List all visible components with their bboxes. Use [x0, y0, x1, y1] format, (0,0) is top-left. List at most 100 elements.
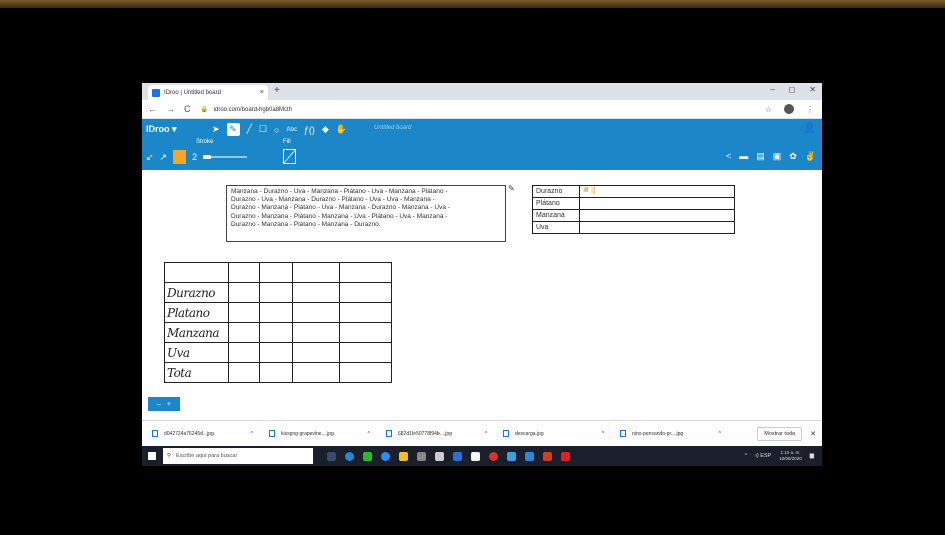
chevron-up-icon[interactable]: ^ — [485, 431, 487, 437]
browser-tab[interactable]: IDroo | Untitled board × — [148, 85, 268, 100]
idroo-logo-menu[interactable]: IDroo ▾ — [146, 124, 177, 135]
forward-arrow-icon[interactable]: → — [166, 104, 175, 114]
browser-menu-icon[interactable]: ⋮ — [806, 105, 814, 114]
download-item[interactable]: d042724a76245d...jpg ^ — [152, 430, 259, 437]
page-controls: – + — [148, 397, 180, 411]
table-row: Platano — [164, 302, 392, 323]
maximize-button[interactable]: ◻ — [789, 85, 796, 94]
file-explorer-icon[interactable] — [399, 451, 408, 461]
mail-icon[interactable] — [471, 451, 480, 461]
word-icon[interactable] — [453, 451, 462, 461]
chat-icon[interactable]: ▬ — [739, 151, 748, 162]
fill-color-swatch[interactable] — [283, 149, 296, 164]
eraser-tool-icon[interactable]: ◆ — [322, 124, 329, 135]
minimize-button[interactable]: – — [770, 85, 774, 94]
no-fill-icon — [283, 149, 296, 164]
edge-icon[interactable] — [381, 451, 390, 461]
bookmark-star-icon[interactable]: ☆ — [765, 105, 772, 114]
lock-icon: 🔒 — [200, 106, 208, 113]
user-icon[interactable]: 👤 — [804, 123, 816, 134]
close-window-button[interactable]: ✕ — [809, 85, 816, 94]
image-icon[interactable]: ▣ — [773, 151, 782, 162]
download-filename: nino-pensando-pr....jpg — [632, 430, 684, 437]
reload-icon[interactable]: C — [184, 104, 191, 114]
taskbar-apps — [327, 451, 570, 461]
new-tab-button[interactable]: + — [274, 85, 280, 96]
close-downloads-icon[interactable]: ✕ — [810, 430, 816, 438]
grid-label: Uva — [164, 342, 229, 363]
url-field[interactable]: 🔒 idroo.com/board-hgb0a8Mcth — [201, 106, 293, 113]
store-icon[interactable] — [435, 451, 444, 461]
download-item[interactable]: kisspng-grapevine....jpg ^ — [269, 430, 376, 437]
taskbar-search[interactable]: ⚲ Escribe aquí para buscar — [163, 448, 313, 464]
tray-icons[interactable]: ^ ᛫ ◁) ESP — [745, 453, 772, 459]
whiteboard-canvas[interactable]: Manzana - Durazno - Uva - Manzana - Plát… — [142, 170, 822, 412]
chrome-active-icon[interactable] — [507, 451, 516, 461]
add-page-button[interactable]: + — [167, 401, 171, 408]
slider-handle[interactable] — [203, 155, 212, 159]
right-tools: < ▬ ▤ ▣ ✿ ✌ — [726, 151, 816, 162]
app-green-icon[interactable] — [363, 451, 372, 461]
tally-marks — [579, 221, 735, 234]
select-tool-icon[interactable]: ➤ — [212, 124, 220, 135]
tab-strip: IDroo | Untitled board × + – ◻ ✕ — [142, 83, 822, 100]
show-all-button[interactable]: Mostrar todo — [757, 426, 803, 441]
table-row: Durazno — [164, 282, 392, 303]
tally-table[interactable]: Durazno 𝍸 || Plátano Manzana Uva — [532, 185, 735, 234]
idroo-toolbar: IDroo ▾ ➤ ✎ ╱ ☐ ○ Abc ƒ() ◆ ✋ Untitled b… — [142, 119, 822, 170]
download-item[interactable]: 682d1fe50778f94b....jpg ^ — [386, 430, 493, 437]
download-item[interactable]: descarga.jpg ^ — [503, 430, 610, 437]
redo-icon[interactable]: ↗ — [160, 152, 168, 163]
table-row: Uva — [532, 221, 735, 234]
chevron-up-icon[interactable]: ^ — [602, 431, 604, 437]
frequency-grid[interactable]: Durazno Platano Manzana Uva Tota — [164, 262, 392, 383]
undo-icon[interactable]: ↙ — [146, 152, 154, 163]
table-row — [164, 262, 392, 283]
chrome-icon[interactable] — [345, 451, 354, 461]
text-tool-icon[interactable]: Abc — [286, 127, 296, 133]
pencil-tool-icon[interactable]: ✎ — [226, 123, 240, 136]
back-arrow-icon[interactable]: ← — [148, 104, 157, 114]
board-title[interactable]: Untitled board — [374, 125, 411, 131]
idroo-favicon-icon — [152, 88, 160, 97]
powerpoint-icon[interactable] — [543, 451, 552, 461]
hand-tool-icon[interactable]: ✋ — [336, 124, 347, 135]
clock[interactable]: 1:10 a. m. 10/08/2020 — [779, 450, 802, 462]
tally-marks — [579, 197, 735, 210]
stroke-width-slider[interactable] — [203, 155, 248, 159]
chevron-up-icon[interactable]: ^ — [251, 431, 253, 437]
grid-label — [164, 262, 229, 283]
screen: IDroo | Untitled board × + – ◻ ✕ ← → C 🔒… — [142, 83, 822, 466]
opera-icon[interactable] — [489, 451, 498, 461]
tally-label: Plátano — [532, 197, 580, 210]
profile-avatar[interactable] — [784, 104, 794, 114]
table-row: Manzana — [164, 322, 392, 343]
paint-icon[interactable] — [417, 451, 426, 461]
download-item[interactable]: nino-pensando-pr....jpg ^ — [620, 430, 727, 437]
gesture-icon[interactable]: ✌ — [805, 151, 816, 162]
document-icon[interactable]: ▤ — [756, 151, 765, 162]
share-icon[interactable]: < — [726, 151, 731, 162]
rectangle-tool-icon[interactable]: ☐ — [259, 124, 267, 135]
formula-tool-icon[interactable]: ƒ() — [304, 125, 315, 135]
text-line: Durazno - Uva - Manzana - Durazno - Plát… — [231, 196, 435, 204]
notifications-icon[interactable]: ▆ — [810, 453, 814, 459]
table-row: Uva — [164, 342, 392, 363]
task-view-icon[interactable] — [327, 451, 336, 461]
search-icon: ⚲ — [167, 453, 172, 459]
line-tool-icon[interactable]: ╱ — [247, 124, 252, 135]
text-line: Durazno - Manzana - Plátano - Manzana - … — [231, 220, 381, 228]
settings-icon[interactable]: ✿ — [789, 151, 797, 162]
tab-close-icon[interactable]: × — [260, 89, 264, 96]
windows-start-icon[interactable] — [148, 452, 156, 460]
chevron-up-icon[interactable]: ^ — [368, 431, 370, 437]
remove-page-button[interactable]: – — [157, 401, 161, 408]
ellipse-tool-icon[interactable]: ○ — [274, 125, 279, 135]
chevron-up-icon[interactable]: ^ — [719, 431, 721, 437]
grid-label: Platano — [164, 302, 229, 323]
app-red-icon[interactable] — [561, 451, 570, 461]
photos-icon[interactable] — [525, 451, 534, 461]
fruit-list-textbox[interactable]: Manzana - Durazno - Uva - Manzana - Plát… — [226, 185, 506, 242]
drawing-tools: ➤ ✎ ╱ ☐ ○ Abc ƒ() ◆ ✋ — [212, 123, 347, 136]
stroke-color-swatch[interactable] — [173, 150, 187, 164]
